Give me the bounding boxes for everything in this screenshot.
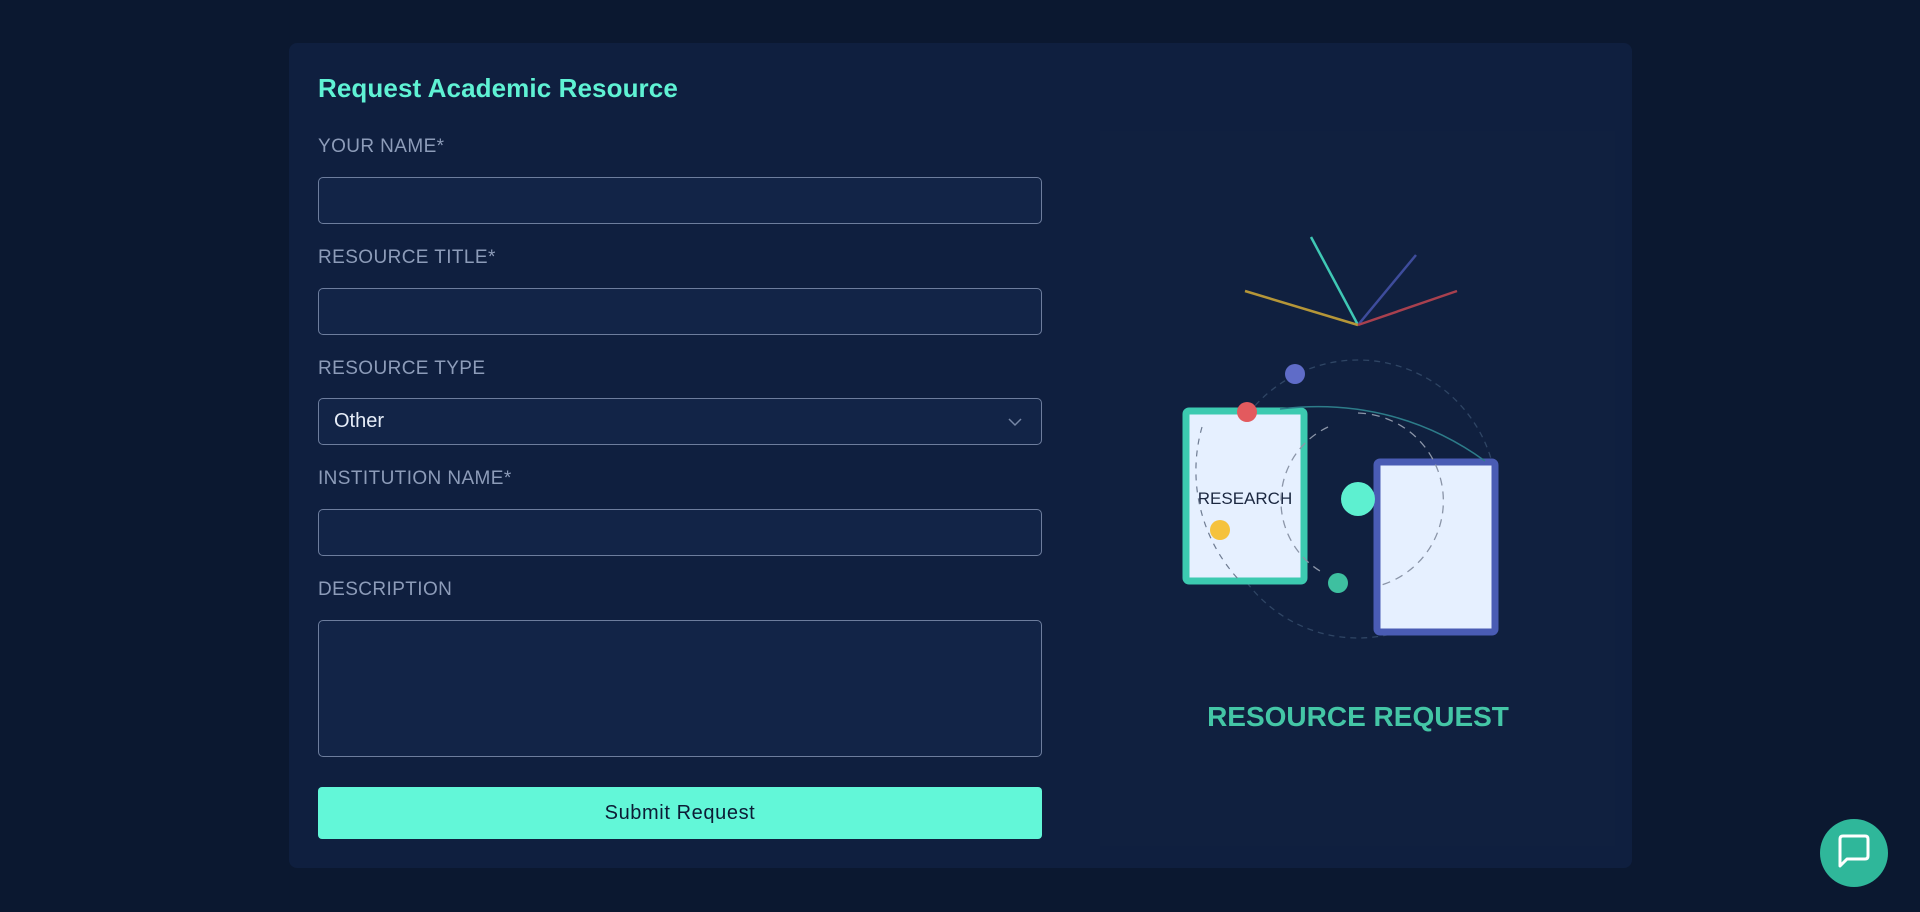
orbit-dot-blue [1285, 364, 1305, 384]
orbit-dot-yellow [1210, 520, 1230, 540]
description-textarea[interactable] [318, 620, 1042, 757]
institution-name-input[interactable] [318, 509, 1042, 556]
illustration-caption: RESOURCE REQUEST [1207, 701, 1509, 732]
resource-type-value: Other [334, 410, 385, 432]
request-form-card: Request Academic Resource YOUR NAME* RES… [289, 43, 1632, 868]
right-book [1373, 458, 1499, 636]
resource-type-label: RESOURCE TYPE [318, 358, 486, 379]
resource-title-input[interactable] [318, 288, 1042, 335]
your-name-input[interactable] [318, 177, 1042, 224]
resource-type-select[interactable]: Other [318, 398, 1042, 445]
research-label: RESEARCH [1198, 489, 1292, 508]
resource-title-label: RESOURCE TITLE* [318, 247, 496, 268]
orbit-dot-red [1237, 402, 1257, 422]
chat-bubble-icon [1835, 833, 1873, 874]
your-name-label: YOUR NAME* [318, 136, 445, 157]
orbit-dot-teal [1328, 573, 1348, 593]
institution-name-label: INSTITUTION NAME* [318, 468, 512, 489]
resource-illustration: RESEARCH RESOURCE REQUEST [1100, 131, 1615, 846]
center-dot [1341, 482, 1375, 516]
submit-request-button[interactable]: Submit Request [318, 787, 1042, 839]
chat-button[interactable] [1820, 819, 1888, 887]
research-book: RESEARCH [1182, 407, 1308, 585]
chevron-down-icon [1008, 414, 1022, 430]
form-title: Request Academic Resource [318, 73, 678, 103]
sparkle-rays [1244, 236, 1458, 327]
description-label: DESCRIPTION [318, 579, 453, 600]
